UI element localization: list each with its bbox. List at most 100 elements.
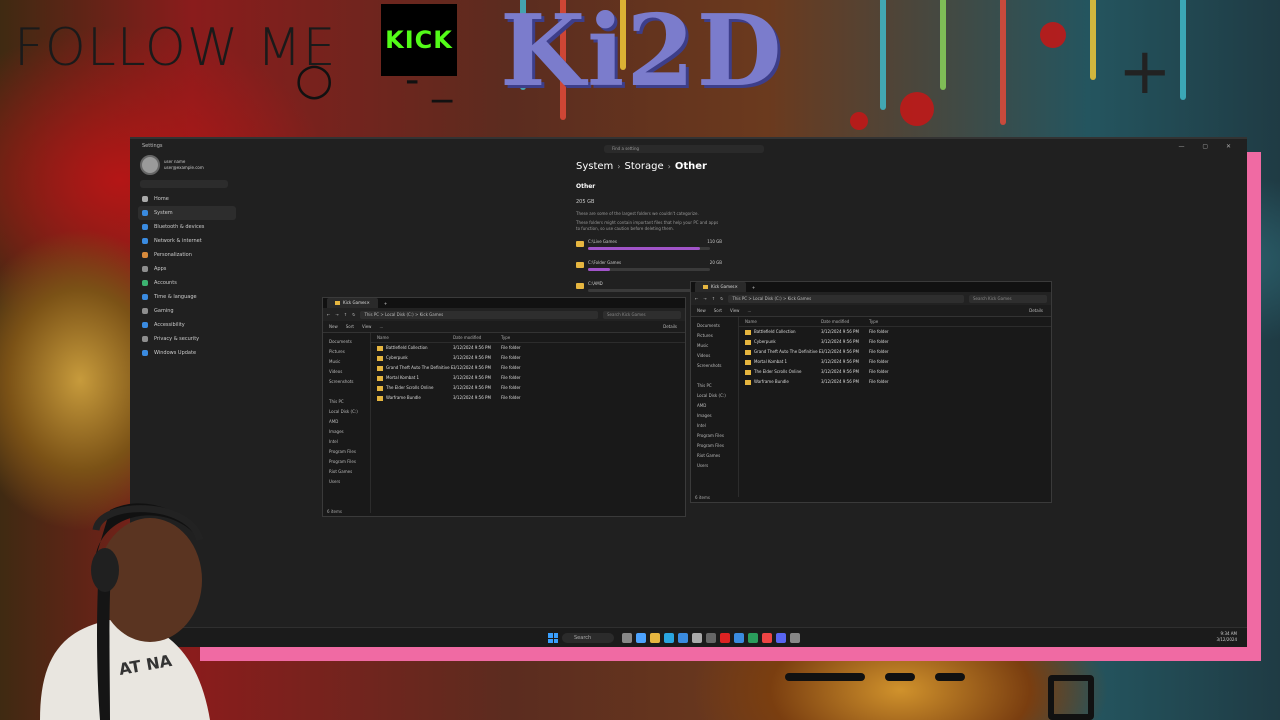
new-tab-icon[interactable]: + (752, 285, 755, 290)
command-button[interactable]: Sort (714, 308, 722, 313)
settings-nav-item[interactable]: Accessibility (138, 318, 236, 332)
details-button[interactable]: Details (1029, 308, 1043, 313)
file-row[interactable]: Grand Theft Auto The Definitive Edition3… (371, 363, 685, 373)
file-row[interactable]: Mortal Kombat 1 3/12/2024 9:56 PM File fol… (371, 373, 685, 383)
column-header[interactable]: Date modified (821, 317, 869, 326)
details-button[interactable]: Details (663, 324, 677, 329)
file-row[interactable]: Grand Theft Auto The Definitive Edition3… (739, 347, 1051, 357)
nav-pane-item[interactable]: This PC (691, 381, 738, 391)
breadcrumb-storage[interactable]: Storage (625, 161, 664, 172)
address-input[interactable]: This PC > Local Disk (C:) > Kick Games (728, 294, 964, 303)
file-explorer-icon[interactable] (650, 633, 660, 643)
nav-pane-item[interactable]: AMD (323, 417, 370, 427)
refresh-icon[interactable]: ↻ (352, 312, 355, 317)
storage-folder-row[interactable]: C:\Folder Games 20 GB (576, 260, 722, 276)
settings-nav-item[interactable]: Windows Update (138, 346, 236, 360)
settings-nav-item[interactable]: Accounts (138, 276, 236, 290)
discord-icon[interactable] (776, 633, 786, 643)
column-header[interactable]: Name (739, 317, 821, 326)
explorer-search-input[interactable]: Search Kick Games (603, 310, 681, 319)
column-header[interactable]: Type (869, 317, 909, 326)
close-icon[interactable]: ✕ (367, 298, 370, 308)
nav-pane-item[interactable]: Riot Games (691, 451, 738, 461)
edge-icon[interactable] (664, 633, 674, 643)
nav-pane-item[interactable]: Images (691, 411, 738, 421)
nav-pane-item[interactable]: Music (323, 357, 370, 367)
nav-pane-item[interactable]: Documents (691, 321, 738, 331)
column-header[interactable]: Type (501, 333, 541, 342)
column-header[interactable]: Date modified (453, 333, 501, 342)
nav-pane-item[interactable]: Screenshots (323, 377, 370, 387)
storage-folder-row[interactable]: C:\Live Games 110 GB (576, 239, 722, 255)
nav-pane-item[interactable]: Riot Games (323, 467, 370, 477)
forward-icon[interactable]: → (703, 296, 706, 301)
nav-pane-item[interactable] (691, 371, 738, 381)
settings-nav-item[interactable]: Gaming (138, 304, 236, 318)
back-icon[interactable]: ← (327, 312, 330, 317)
file-row[interactable]: The Elder Scrolls Online 3/12/2024 9:56 P… (739, 367, 1051, 377)
settings-nav-item[interactable]: Home (138, 192, 236, 206)
app-red-icon[interactable] (720, 633, 730, 643)
file-row[interactable]: Warframe Bundle 3/12/2024 9:56 PM File fol… (371, 393, 685, 403)
obs-icon[interactable] (790, 633, 800, 643)
explorer-tab[interactable]: Kick Games ✕ (327, 298, 378, 308)
nav-pane-item[interactable]: Pictures (691, 331, 738, 341)
command-button[interactable]: Sort (346, 324, 354, 329)
nav-pane-item[interactable]: Videos (323, 367, 370, 377)
nav-pane-item[interactable]: Local Disk (C:) (323, 407, 370, 417)
nav-pane-item[interactable]: Music (691, 341, 738, 351)
nav-pane-item[interactable]: Program Files (691, 431, 738, 441)
nav-pane-item[interactable]: Local Disk (C:) (691, 391, 738, 401)
command-button[interactable]: New (329, 324, 338, 329)
file-row[interactable]: Battlefield Collection 3/12/2024 9:56 PM F… (371, 343, 685, 353)
settings-nav-item[interactable]: Bluetooth & devices (138, 220, 236, 234)
explorer-search-input[interactable]: Search Kick Games (969, 294, 1047, 303)
file-row[interactable]: Cyberpunk 3/12/2024 9:56 PM File folder (739, 337, 1051, 347)
command-button[interactable]: ... (379, 324, 383, 329)
nav-pane-item[interactable]: Documents (323, 337, 370, 347)
command-button[interactable]: ... (747, 308, 751, 313)
command-button[interactable]: View (362, 324, 372, 329)
nav-pane-item[interactable]: Program Files (691, 441, 738, 451)
nav-pane-item[interactable]: Users (323, 477, 370, 487)
settings-nav-item[interactable]: Privacy & security (138, 332, 236, 346)
command-button[interactable]: View (730, 308, 740, 313)
close-icon[interactable]: ✕ (735, 282, 738, 292)
up-icon[interactable]: ↑ (344, 312, 347, 317)
new-tab-icon[interactable]: + (384, 301, 387, 306)
up-icon[interactable]: ↑ (712, 296, 715, 301)
settings-top-search[interactable]: Find a setting (604, 145, 764, 153)
settings-nav-item[interactable]: Apps (138, 262, 236, 276)
settings-search-input[interactable] (140, 180, 228, 188)
nav-pane-item[interactable] (323, 387, 370, 397)
file-row[interactable]: The Elder Scrolls Online 3/12/2024 9:56 P… (371, 383, 685, 393)
nav-pane-item[interactable]: Program Files (323, 457, 370, 467)
settings-icon[interactable] (692, 633, 702, 643)
forward-icon[interactable]: → (335, 312, 338, 317)
back-icon[interactable]: ← (695, 296, 698, 301)
settings-nav-item[interactable]: Time & language (138, 290, 236, 304)
nav-pane-item[interactable]: Program Files (323, 447, 370, 457)
terminal-icon[interactable] (706, 633, 716, 643)
task-view-icon[interactable] (622, 633, 632, 643)
file-row[interactable]: Mortal Kombat 1 3/12/2024 9:56 PM File fol… (739, 357, 1051, 367)
file-row[interactable]: Warframe Bundle 3/12/2024 9:56 PM File fol… (739, 377, 1051, 387)
nav-pane-item[interactable]: Screenshots (691, 361, 738, 371)
nav-pane-item[interactable]: Pictures (323, 347, 370, 357)
app-green-icon[interactable] (748, 633, 758, 643)
column-header[interactable]: Name (371, 333, 453, 342)
nav-pane-item[interactable]: Intel (323, 437, 370, 447)
command-button[interactable]: New (697, 308, 706, 313)
file-row[interactable]: Battlefield Collection 3/12/2024 9:56 PM F… (739, 327, 1051, 337)
nav-pane-item[interactable]: This PC (323, 397, 370, 407)
refresh-icon[interactable]: ↻ (720, 296, 723, 301)
system-tray-clock[interactable]: 9:34 AM 3/12/2024 (1216, 631, 1237, 643)
taskbar-search[interactable]: Search (562, 633, 614, 643)
app-blue-icon[interactable] (734, 633, 744, 643)
settings-nav-item[interactable]: System (138, 206, 236, 220)
address-input[interactable]: This PC > Local Disk (C:) > Kick Games (360, 310, 598, 319)
window-controls[interactable]: — ▢ ✕ (1178, 143, 1239, 150)
settings-nav-item[interactable]: Network & internet (138, 234, 236, 248)
file-row[interactable]: Cyberpunk 3/12/2024 9:56 PM File folder (371, 353, 685, 363)
start-button[interactable] (548, 633, 558, 643)
